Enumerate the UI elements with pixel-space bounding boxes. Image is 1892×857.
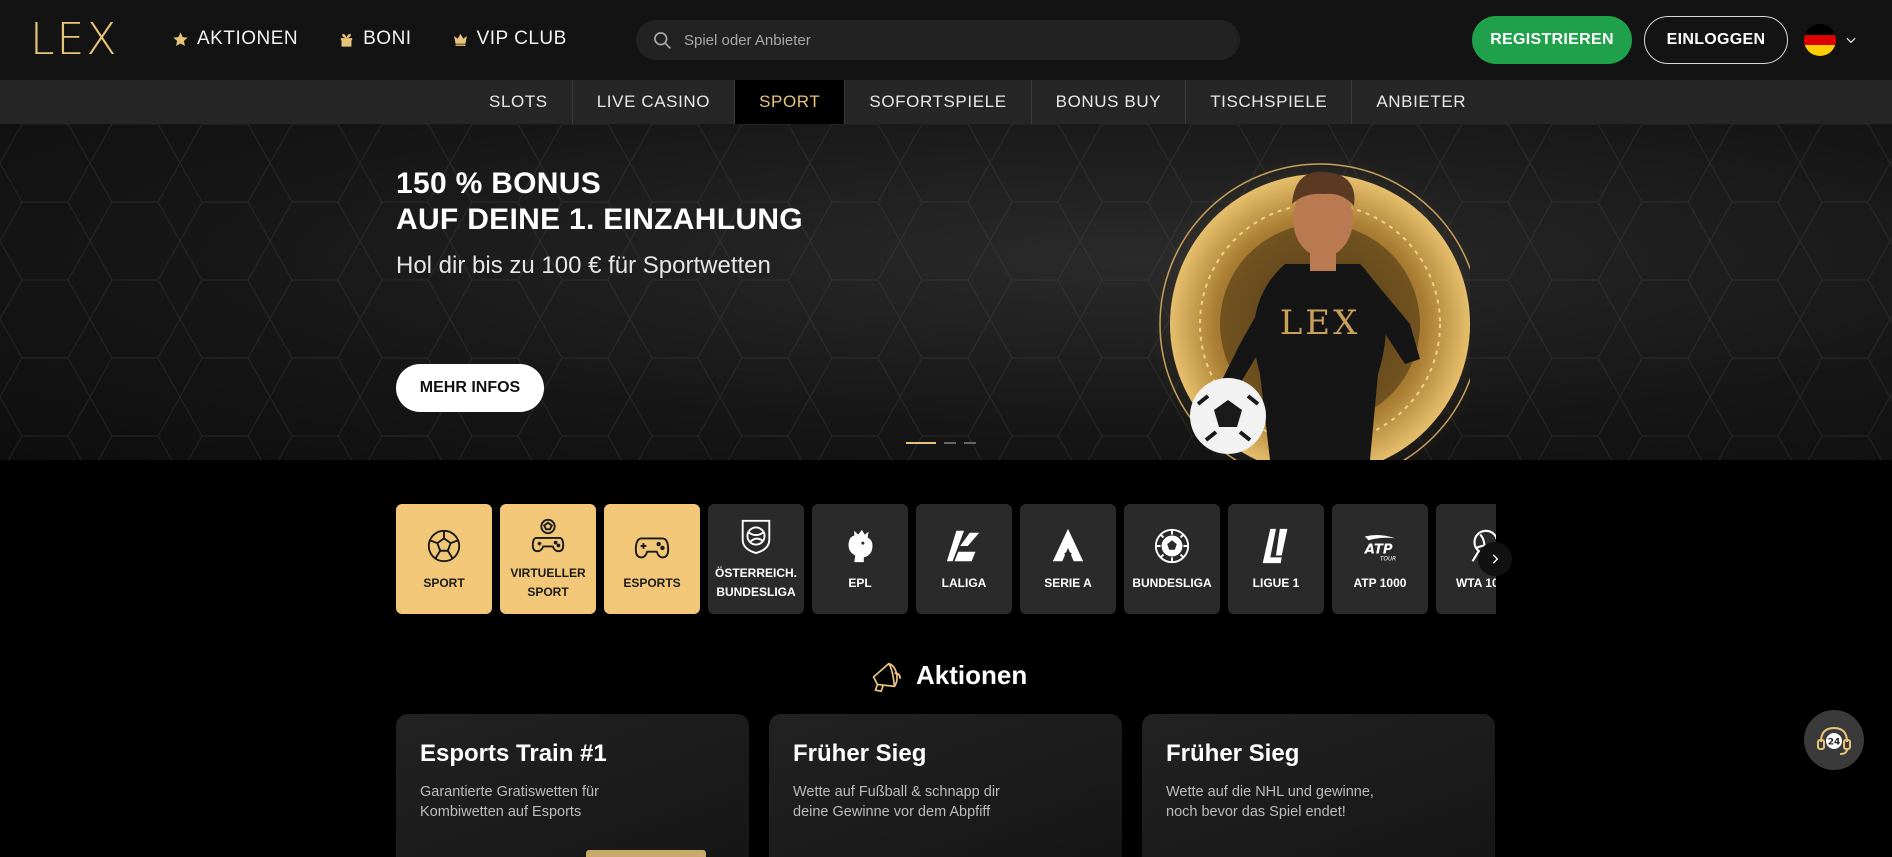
crown-icon — [453, 33, 467, 46]
more-info-button[interactable]: MEHR INFOS — [396, 364, 544, 412]
svg-text:TOUR: TOUR — [1380, 556, 1396, 562]
aktionen-title: Aktionen — [916, 659, 1028, 690]
carousel-dot-1[interactable] — [906, 442, 936, 444]
register-button[interactable]: REGISTRIEREN — [1472, 16, 1632, 64]
gamepad-icon — [634, 536, 670, 558]
tile-laliga[interactable]: LALIGA — [916, 504, 1012, 614]
tile-label: WTA 1000 — [1455, 575, 1496, 590]
tab-tischspiele[interactable]: TISCHSPIELE — [1186, 80, 1353, 124]
tile-label: SERIE A — [1044, 575, 1092, 590]
hero-title-line2: AUF DEINE 1. EINZAHLUNG — [396, 203, 803, 236]
header: LEX AKTIONEN BONI VIP CLUB REGISTRIEREN … — [0, 0, 1892, 80]
soccer-ball-icon — [427, 529, 461, 562]
tile-atp-1000[interactable]: ATP TOUR ATP 1000 — [1332, 504, 1428, 614]
gift-icon — [340, 33, 353, 47]
chevron-right-icon — [1492, 554, 1499, 564]
tab-slots[interactable]: SLOTS — [465, 80, 573, 124]
search-input[interactable] — [684, 31, 1204, 49]
headset-24-icon: 24 — [1817, 726, 1851, 755]
star-icon — [173, 31, 188, 46]
promo-card[interactable]: Esports Train #1 Garantierte Gratiswette… — [396, 714, 749, 857]
carousel-dot-3[interactable] — [964, 442, 976, 444]
tile-label: ÖSTERREICH. BUNDESLIGA — [714, 566, 797, 599]
hero-art-text: LEX — [1280, 303, 1361, 343]
tile-esports[interactable]: ESPORTS — [604, 504, 700, 614]
tile-label: BUNDESLIGA — [1132, 575, 1212, 590]
promo-card-artwork — [586, 850, 706, 857]
aktionen-heading: Aktionen — [866, 656, 1027, 694]
search-icon — [654, 32, 671, 49]
login-button[interactable]: EINLOGGEN — [1644, 16, 1788, 64]
tile-ligue-1[interactable]: LIGUE 1 — [1228, 504, 1324, 614]
promo-card-title: Esports Train #1 — [420, 740, 607, 767]
ligue-1-icon — [1262, 528, 1288, 563]
nav-boni[interactable]: BONI — [338, 28, 411, 50]
nav-boni-label: BONI — [363, 28, 412, 49]
language-selector[interactable] — [1804, 24, 1858, 56]
nav-vip-club-label: VIP CLUB — [476, 28, 567, 49]
carousel-dot-2[interactable] — [944, 442, 956, 444]
tile-label: SPORT — [423, 575, 465, 590]
tiles-scroll-right-button[interactable] — [1478, 542, 1512, 576]
tab-live-casino[interactable]: LIVE CASINO — [573, 80, 736, 124]
tile-bundesliga[interactable]: BUNDESLIGA — [1124, 504, 1220, 614]
hero-banner[interactable]: 150 % BONUS AUF DEINE 1. EINZAHLUNG Hol … — [0, 124, 1892, 460]
tab-anbieter[interactable]: ANBIETER — [1352, 80, 1490, 124]
promo-card-description: Wette auf Fußball & schnapp dir deine Ge… — [793, 784, 1000, 820]
germany-flag-icon — [1804, 24, 1836, 56]
promo-card-description: Wette auf die NHL und gewinne, noch bevo… — [1166, 784, 1374, 820]
support-label: 24 — [1828, 738, 1841, 748]
tile-label: LIGUE 1 — [1252, 575, 1300, 590]
promo-card-description: Garantierte Gratiswetten für Kombiwetten… — [420, 784, 599, 820]
sport-category-tiles: SPORT VIRTUELLER SPORT ESPORTS ÖSTERREICH… — [396, 504, 1496, 614]
tab-bonus-buy[interactable]: BONUS BUY — [1032, 80, 1187, 124]
austrian-bundesliga-icon — [741, 519, 771, 555]
tile-serie-a[interactable]: SERIE A — [1020, 504, 1116, 614]
promo-card-title: Früher Sieg — [1166, 740, 1300, 767]
epl-lion-icon — [848, 529, 873, 562]
carousel-dots — [906, 442, 976, 444]
tile-virtual-sport[interactable]: VIRTUELLER SPORT — [500, 504, 596, 614]
search-bar[interactable] — [636, 20, 1240, 60]
virtual-sport-gamepad-icon — [531, 518, 565, 553]
promotions-row: Esports Train #1 Garantierte Gratiswette… — [396, 714, 1495, 857]
tab-sport[interactable]: SPORT — [735, 80, 846, 124]
nav-aktionen[interactable]: AKTIONEN — [172, 28, 298, 50]
hero-subtitle: Hol dir bis zu 100 € für Sportwetten — [396, 252, 771, 279]
bundesliga-icon — [1154, 528, 1190, 563]
promo-card[interactable]: Früher Sieg Wette auf die NHL und gewinn… — [1142, 714, 1495, 857]
top-nav: AKTIONEN BONI VIP CLUB — [172, 28, 567, 50]
megaphone-icon — [872, 662, 902, 693]
tile-austrian-bundesliga[interactable]: ÖSTERREICH. BUNDESLIGA — [708, 504, 804, 614]
atp-tour-icon: ATPTOUR — [1364, 534, 1396, 562]
nav-aktionen-label: AKTIONEN — [197, 28, 299, 49]
soccer-player-illustration: LEX — [1150, 154, 1470, 460]
logo[interactable]: LEX — [30, 16, 118, 64]
promo-card-title: Früher Sieg — [793, 740, 927, 767]
tile-sport[interactable]: SPORT — [396, 504, 492, 614]
tile-label: VIRTUELLER SPORT — [510, 566, 586, 599]
tab-sofortspiele[interactable]: SOFORTSPIELE — [845, 80, 1032, 124]
hero-title: 150 % BONUS AUF DEINE 1. EINZAHLUNG — [396, 166, 803, 238]
tile-label: ATP 1000 — [1353, 575, 1407, 590]
hero-background-pattern — [0, 124, 1892, 460]
tile-label: ESPORTS — [623, 575, 681, 590]
chevron-down-icon — [1846, 37, 1856, 44]
support-chat-button[interactable]: 24 — [1804, 710, 1864, 770]
tile-label: LALIGA — [941, 575, 987, 590]
nav-vip-club[interactable]: VIP CLUB — [452, 28, 567, 50]
tile-epl[interactable]: EPL — [812, 504, 908, 614]
category-nav-items: SLOTS LIVE CASINO SPORT SOFORTSPIELE BON… — [465, 80, 1490, 124]
hero-title-line1: 150 % BONUS — [396, 167, 602, 200]
tile-label: EPL — [848, 575, 872, 590]
serie-a-icon — [1052, 528, 1084, 561]
promo-card[interactable]: Früher Sieg Wette auf Fußball & schnapp … — [769, 714, 1122, 857]
laliga-icon — [946, 530, 980, 561]
category-nav: SLOTS LIVE CASINO SPORT SOFORTSPIELE BON… — [0, 80, 1892, 124]
